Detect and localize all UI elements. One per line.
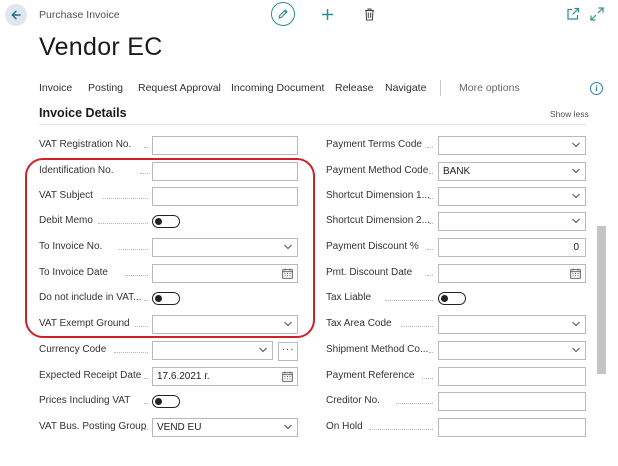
action-navigate[interactable]: Navigate bbox=[385, 82, 426, 94]
plus-icon bbox=[321, 8, 333, 20]
left-prices-including-vat-label: Prices Including VAT bbox=[39, 395, 131, 406]
left-currency-code-label: Currency Code bbox=[39, 344, 107, 355]
right-creditor-no-label: Creditor No. bbox=[326, 395, 380, 406]
chevron-down-icon bbox=[572, 347, 580, 353]
left-vat-bus-posting-group-label: VAT Bus. Posting Group bbox=[39, 421, 147, 432]
right-payment-method-code-field[interactable]: BANK bbox=[438, 162, 586, 181]
dotted-leader bbox=[400, 326, 433, 327]
chevron-down-icon bbox=[284, 424, 292, 430]
right-shipment-method-co-label: Shipment Method Co... bbox=[326, 344, 429, 355]
chevron-down-icon bbox=[259, 347, 267, 353]
left-expected-receipt-date-field[interactable]: 17.6.2021 г. bbox=[152, 367, 298, 386]
left-expected-receipt-date-value: 17.6.2021 г. bbox=[157, 371, 210, 382]
right-shortcut-dimension-1-field[interactable] bbox=[438, 187, 586, 206]
left-vat-registration-no-field[interactable] bbox=[152, 136, 298, 155]
show-less-link[interactable]: Show less bbox=[550, 109, 589, 119]
left-expected-receipt-date-label: Expected Receipt Date bbox=[39, 370, 142, 381]
page-title: Vendor EC bbox=[39, 33, 163, 61]
expand-button[interactable] bbox=[589, 6, 605, 22]
right-tax-liable-label: Tax Liable bbox=[326, 292, 372, 303]
left-vat-bus-posting-group-field[interactable]: VEND EU bbox=[152, 418, 298, 437]
right-payment-reference-field[interactable] bbox=[438, 367, 586, 386]
right-payment-method-code-value: BANK bbox=[443, 166, 471, 177]
dotted-leader bbox=[395, 403, 433, 404]
action-invoice[interactable]: Invoice bbox=[39, 82, 72, 94]
action-incoming-document[interactable]: Incoming Document bbox=[231, 82, 324, 94]
dotted-leader bbox=[429, 198, 433, 199]
highlight-annotation bbox=[25, 158, 315, 338]
back-arrow-icon bbox=[11, 10, 21, 20]
action-bar: Invoice Posting Request Approval Incomin… bbox=[0, 78, 618, 100]
dotted-leader bbox=[113, 352, 148, 353]
expand-icon bbox=[590, 7, 604, 21]
edit-pencil-icon bbox=[278, 9, 288, 19]
section-divider bbox=[39, 124, 586, 125]
right-payment-method-code-label: Payment Method Code bbox=[326, 165, 429, 176]
right-shipment-method-co-field[interactable] bbox=[438, 341, 586, 360]
action-separator bbox=[440, 80, 441, 96]
right-shortcut-dimension-2-field[interactable] bbox=[438, 212, 586, 231]
right-payment-terms-code-field[interactable] bbox=[438, 136, 586, 155]
right-tax-area-code-label: Tax Area Code bbox=[326, 318, 392, 329]
dotted-leader bbox=[144, 403, 148, 404]
dotted-leader bbox=[144, 378, 148, 379]
dotted-leader bbox=[427, 249, 433, 250]
dotted-leader bbox=[369, 429, 433, 430]
dotted-leader bbox=[385, 300, 433, 301]
dotted-leader bbox=[429, 173, 433, 174]
open-new-window-button[interactable] bbox=[566, 7, 580, 21]
breadcrumb: Purchase Invoice bbox=[39, 9, 120, 21]
right-creditor-no-field[interactable] bbox=[438, 392, 586, 411]
right-pmt-discount-date-field[interactable] bbox=[438, 264, 586, 283]
open-new-window-icon bbox=[567, 7, 580, 20]
chevron-down-icon bbox=[572, 218, 580, 224]
right-payment-discount-field[interactable]: 0 bbox=[438, 238, 586, 257]
right-tax-area-code-field[interactable] bbox=[438, 315, 586, 334]
top-bar: Purchase Invoice bbox=[0, 0, 618, 32]
right-shortcut-dimension-1-label: Shortcut Dimension 1... bbox=[326, 190, 430, 201]
dotted-leader bbox=[144, 147, 148, 148]
dotted-leader bbox=[144, 429, 148, 430]
right-pmt-discount-date-label: Pmt. Discount Date bbox=[326, 267, 413, 278]
right-shortcut-dimension-2-label: Shortcut Dimension 2... bbox=[326, 215, 430, 226]
right-payment-terms-code-label: Payment Terms Code bbox=[326, 139, 422, 150]
chevron-down-icon bbox=[572, 142, 580, 148]
dotted-leader bbox=[427, 275, 433, 276]
left-prices-including-vat-toggle[interactable] bbox=[152, 395, 180, 408]
dotted-leader bbox=[427, 147, 433, 148]
action-posting[interactable]: Posting bbox=[88, 82, 123, 94]
right-on-hold-label: On Hold bbox=[326, 421, 363, 432]
right-payment-discount-value: 0 bbox=[573, 242, 579, 253]
left-currency-code-field[interactable] bbox=[152, 341, 273, 360]
action-release[interactable]: Release bbox=[335, 82, 374, 94]
right-tax-liable-toggle[interactable] bbox=[438, 292, 466, 305]
action-request-approval[interactable]: Request Approval bbox=[138, 82, 221, 94]
scrollbar-thumb[interactable] bbox=[597, 226, 606, 374]
left-vat-registration-no-label: VAT Registration No. bbox=[39, 139, 132, 150]
left-vat-bus-posting-group-value: VEND EU bbox=[157, 422, 202, 433]
dotted-leader bbox=[429, 352, 433, 353]
chevron-down-icon bbox=[572, 168, 580, 174]
new-button[interactable] bbox=[319, 6, 335, 22]
calendar-icon[interactable] bbox=[570, 268, 581, 279]
back-button[interactable] bbox=[5, 4, 27, 26]
dotted-leader bbox=[422, 378, 433, 379]
right-payment-reference-label: Payment Reference bbox=[326, 370, 415, 381]
delete-button[interactable] bbox=[362, 6, 376, 22]
trash-icon bbox=[364, 8, 374, 20]
currency-code-assist-button[interactable]: ··· bbox=[278, 342, 298, 361]
chevron-down-icon bbox=[572, 321, 580, 327]
action-more-options[interactable]: More options bbox=[459, 82, 520, 94]
right-on-hold-field[interactable] bbox=[438, 418, 586, 437]
calendar-icon[interactable] bbox=[282, 371, 293, 382]
chevron-down-icon bbox=[572, 193, 580, 199]
right-payment-discount-label: Payment Discount % bbox=[326, 241, 419, 252]
dotted-leader bbox=[429, 223, 433, 224]
section-title[interactable]: Invoice Details bbox=[39, 106, 127, 120]
edit-button[interactable] bbox=[271, 2, 295, 26]
info-icon[interactable]: i bbox=[590, 82, 603, 95]
